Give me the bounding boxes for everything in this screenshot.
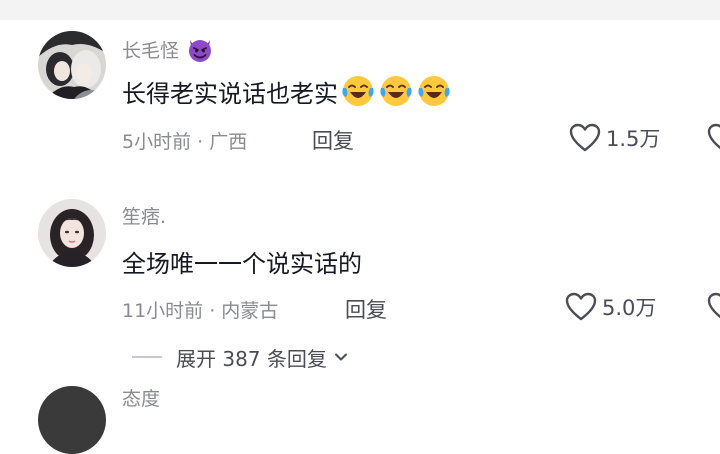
comment-text: 长得老实说话也老实 [122,73,452,109]
laughing-crying-emoji-icon [340,73,376,109]
comment-content: 长得老实说话也老实 [122,79,338,108]
avatar[interactable] [38,199,106,267]
username[interactable]: 长毛怪 [122,34,215,64]
comment-time-location: 11小时前 · 内蒙古 [122,300,279,322]
reply-button[interactable]: 回复 [312,125,354,155]
like-button[interactable]: 5.0万 [564,291,656,323]
reply-button[interactable]: 回复 [345,294,387,324]
expand-replies-button[interactable]: 展开 387 条回复 [132,340,349,374]
heart-outline-icon[interactable] [706,291,720,323]
top-edge-strip [0,0,720,20]
laughing-crying-emoji-icon [378,73,414,109]
username[interactable]: 态度 [122,384,160,411]
divider [132,356,162,358]
chevron-down-icon [334,353,347,361]
username[interactable]: 笙痞. [122,202,166,229]
comment-content: 全场唯一一个说实话的 [122,250,362,278]
comment-text: 全场唯一一个说实话的 [122,244,362,279]
like-button[interactable]: 1.5万 [568,122,660,154]
comment-time-location: 5小时前 · 广西 [122,131,248,153]
laughing-crying-emoji-icon [416,73,452,109]
expand-replies-label: 展开 387 条回复 [176,346,327,371]
heart-outline-icon [569,123,601,152]
username-text: 笙痞. [122,206,167,228]
smiling-devil-icon [185,34,215,64]
username-text: 长毛怪 [122,39,180,62]
like-count: 1.5万 [606,127,661,151]
avatar[interactable] [38,31,106,99]
heart-outline-icon[interactable] [706,122,720,154]
heart-outline-icon [565,292,597,321]
avatar[interactable] [38,386,106,454]
like-count: 5.0万 [602,296,657,320]
